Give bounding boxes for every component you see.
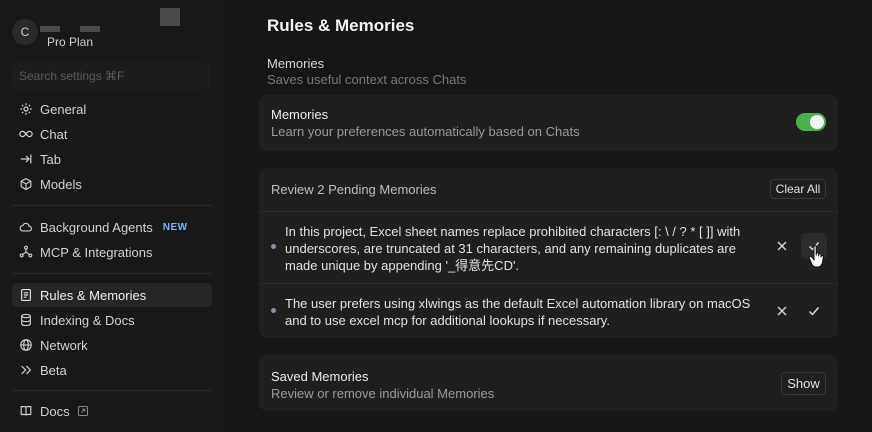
sidebar-item-label: Beta [40, 362, 67, 378]
infinity-icon [19, 127, 33, 141]
sidebar-item-label: Tab [40, 151, 61, 167]
sidebar-item-label: Docs [40, 403, 70, 419]
check-icon [809, 307, 820, 316]
hand-cursor-icon [808, 245, 824, 268]
close-icon [777, 306, 787, 316]
bullet-dot [271, 244, 276, 249]
document-icon [19, 288, 33, 302]
sidebar-item-indexing-docs[interactable]: Indexing & Docs [12, 308, 212, 332]
search-input[interactable]: Search settings ⌘F [12, 63, 210, 89]
sidebar-item-label: Chat [40, 126, 68, 142]
sidebar-item-beta[interactable]: Beta [12, 358, 212, 382]
new-badge: NEW [162, 221, 188, 233]
cloud-icon [19, 220, 33, 234]
sidebar-item-tab[interactable]: Tab [12, 147, 212, 171]
tab-arrow-icon [19, 152, 33, 166]
memories-card: Memories Learn your preferences automati… [259, 95, 838, 151]
reject-memory-button[interactable] [772, 301, 792, 321]
external-link-icon [77, 406, 88, 416]
book-icon [19, 404, 33, 418]
sidebar-divider [12, 390, 212, 391]
pending-memories-card: Review 2 Pending Memories Clear All In t… [259, 168, 838, 338]
toggle-knob [810, 115, 824, 129]
row-separator [259, 283, 838, 284]
globe-icon [19, 338, 33, 352]
sidebar-item-label: Network [40, 337, 88, 353]
memories-card-subtitle: Learn your preferences automatically bas… [271, 124, 580, 139]
database-icon [19, 313, 33, 327]
chevrons-right-icon [19, 363, 33, 377]
memories-toggle[interactable] [796, 113, 826, 131]
sidebar-item-label: Rules & Memories [40, 287, 147, 303]
sidebar-item-network[interactable]: Network [12, 333, 212, 357]
sidebar: C Pro Plan Search settings ⌘F General Ch… [0, 0, 222, 432]
reject-memory-button[interactable] [772, 236, 792, 256]
sidebar-item-chat[interactable]: Chat [12, 122, 212, 146]
pending-header: Review 2 Pending Memories [271, 182, 437, 197]
sidebar-divider [12, 205, 212, 206]
page-title: Rules & Memories [267, 16, 415, 35]
avatar[interactable]: C [12, 19, 38, 45]
cube-icon [19, 177, 33, 191]
bullet-dot [271, 308, 276, 313]
memories-card-title: Memories [271, 107, 329, 122]
redacted-username [80, 26, 100, 32]
network-nodes-icon [19, 245, 33, 259]
redacted-image [160, 8, 180, 26]
pending-memory-text: In this project, Excel sheet names repla… [285, 224, 741, 273]
accept-memory-button[interactable] [804, 301, 824, 321]
sidebar-item-background-agents[interactable]: Background Agents NEW [12, 215, 212, 239]
sidebar-item-mcp-integrations[interactable]: MCP & Integrations [12, 240, 212, 264]
clear-all-button[interactable]: Clear All [770, 179, 826, 199]
show-button[interactable]: Show [781, 372, 826, 395]
sidebar-item-rules-memories[interactable]: Rules & Memories [12, 283, 212, 307]
redacted-username [40, 26, 60, 32]
sidebar-item-label: Background Agents [40, 219, 153, 235]
sidebar-item-label: Indexing & Docs [40, 312, 135, 328]
close-icon [777, 241, 787, 251]
saved-memories-card: Saved Memories Review or remove individu… [259, 355, 838, 411]
sidebar-item-label: MCP & Integrations [40, 244, 153, 260]
sidebar-item-models[interactable]: Models [12, 172, 212, 196]
row-separator [259, 211, 838, 212]
gear-icon [19, 102, 33, 116]
plan-label: Pro Plan [47, 35, 94, 49]
sidebar-divider [12, 273, 212, 274]
sidebar-item-docs[interactable]: Docs [12, 399, 212, 423]
pending-memory-text: The user prefers using xlwings as the de… [285, 296, 751, 328]
sidebar-item-general[interactable]: General [12, 97, 212, 121]
sidebar-item-label: Models [40, 176, 82, 192]
section-title: Memories [267, 56, 325, 71]
section-subtitle: Saves useful context across Chats [267, 72, 467, 87]
saved-memories-title: Saved Memories [271, 369, 369, 384]
saved-memories-subtitle: Review or remove individual Memories [271, 386, 495, 401]
sidebar-item-label: General [40, 101, 87, 117]
